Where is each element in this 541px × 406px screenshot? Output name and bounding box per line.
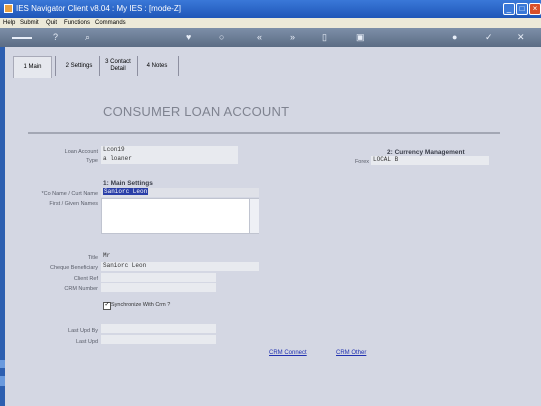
menu-help[interactable]: Help — [3, 18, 15, 28]
divider — [28, 132, 500, 134]
tab-contact-detail[interactable]: 3 Contact Detail — [103, 59, 133, 73]
co-name-field[interactable]: Saniorc Leon — [101, 188, 259, 197]
type-field[interactable]: a loaner — [101, 155, 238, 164]
last-upd-field — [101, 335, 216, 344]
sync-checkbox[interactable]: ✓ — [103, 302, 111, 310]
maximize-button[interactable]: □ — [516, 3, 528, 15]
tab-divider — [137, 56, 138, 76]
title-label: Title — [87, 255, 98, 261]
last-upd-by-field — [101, 324, 216, 333]
settings-icon[interactable]: ● — [452, 31, 457, 43]
refresh-icon[interactable]: ○ — [219, 31, 224, 43]
page-title: CONSUMER LOAN ACCOUNT — [103, 104, 290, 119]
loan-account-label: Loan Account — [64, 149, 98, 155]
check-icon[interactable]: ✓ — [485, 31, 493, 43]
tab-divider — [55, 56, 56, 76]
tab-divider — [178, 56, 179, 76]
crm-other-link[interactable]: CRM Other — [336, 350, 366, 356]
toolbar: ? ⌕ ♥ ○ « » ▯ ▣ ● ✓ ✕ — [0, 28, 541, 47]
back-arrow-icon[interactable] — [12, 37, 32, 39]
sync-label: Synchronize With Crm ? — [111, 302, 171, 308]
grid-icon[interactable]: ▣ — [356, 31, 365, 43]
first-names-label: First / Given Names — [49, 201, 98, 207]
tab-notes[interactable]: 4 Notes — [142, 63, 172, 70]
menu-submit[interactable]: Submit — [20, 18, 39, 28]
crm-number-label: CRM Number — [64, 286, 98, 292]
tab-main[interactable]: 1 Main — [13, 56, 52, 78]
cheque-beneficiary-label: Cheque Beneficiary — [49, 265, 98, 271]
tab-main-label: 1 Main — [23, 64, 42, 70]
crm-connect-link[interactable]: CRM Connect — [269, 350, 307, 356]
crm-number-field[interactable] — [101, 283, 216, 292]
heart-icon[interactable]: ♥ — [186, 31, 191, 43]
list-icon[interactable]: ▯ — [322, 31, 327, 43]
close-button[interactable]: × — [529, 3, 541, 15]
menu-quit[interactable]: Quit — [46, 18, 57, 28]
last-upd-by-label: Last Upd By — [68, 328, 98, 334]
menu-functions[interactable]: Functions — [64, 18, 90, 28]
menu-bar: Help Submit Quit Functions Commands — [0, 18, 541, 28]
title-field[interactable]: Mr — [101, 252, 141, 261]
first-record-icon[interactable]: « — [257, 31, 262, 43]
forex-field[interactable]: LOCAL B — [371, 156, 489, 165]
loan-account-field[interactable]: Lcon19 — [101, 146, 238, 155]
cheque-beneficiary-field[interactable]: Saniorc Leon — [101, 262, 259, 271]
menu-commands[interactable]: Commands — [95, 18, 126, 28]
minimize-button[interactable]: _ — [503, 3, 515, 15]
last-upd-label: Last Upd — [75, 339, 98, 345]
client-ref-field[interactable] — [101, 273, 216, 282]
close-icon[interactable]: ✕ — [517, 31, 525, 43]
search-icon[interactable]: ⌕ — [85, 31, 90, 43]
textarea-scrollbar[interactable] — [249, 199, 259, 233]
tab-settings[interactable]: 2 Settings — [60, 63, 98, 70]
app-icon — [4, 4, 13, 13]
section-main-settings: 1: Main Settings — [103, 180, 153, 187]
title-bar: IES Navigator Client v8.04 : My IES : [m… — [0, 0, 541, 18]
tab-divider — [99, 56, 100, 76]
help-icon[interactable]: ? — [53, 31, 58, 43]
co-name-selected-text: Saniorc Leon — [103, 188, 149, 195]
client-ref-label: Client Ref — [73, 276, 98, 282]
forex-label: Forex — [354, 159, 369, 165]
section-currency-management: 2: Currency Management — [387, 149, 465, 156]
window-title: IES Navigator Client v8.04 : My IES : [m… — [16, 4, 181, 13]
co-name-label: *Co Name / Curt Name — [41, 191, 98, 197]
first-names-textarea[interactable] — [101, 198, 259, 234]
last-record-icon[interactable]: » — [290, 31, 295, 43]
type-label: Type — [86, 158, 98, 164]
